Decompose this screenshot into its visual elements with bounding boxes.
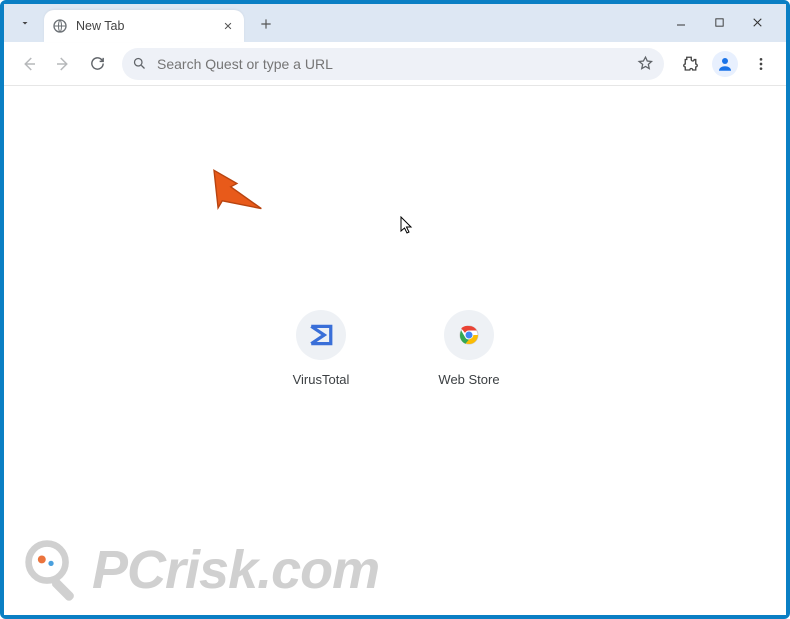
tab-title: New Tab	[76, 19, 220, 33]
annotation-arrow-icon	[194, 153, 273, 232]
shortcut-webstore[interactable]: Web Store	[419, 310, 519, 387]
extensions-button[interactable]	[674, 49, 704, 79]
tab-search-dropdown[interactable]	[12, 10, 38, 36]
titlebar: New Tab	[4, 4, 786, 42]
shortcut-label: VirusTotal	[271, 372, 371, 387]
forward-button[interactable]	[48, 49, 78, 79]
globe-icon	[52, 18, 68, 34]
arrow-right-icon	[54, 55, 72, 73]
plus-icon	[259, 17, 273, 31]
mouse-cursor-icon	[400, 216, 416, 236]
watermark: PCrisk.com	[22, 537, 379, 603]
menu-button[interactable]	[746, 49, 776, 79]
puzzle-icon	[680, 55, 698, 73]
shortcut-chip	[444, 310, 494, 360]
reload-icon	[89, 55, 106, 72]
search-icon	[132, 56, 147, 71]
shortcut-chip	[296, 310, 346, 360]
browser-tab[interactable]: New Tab	[44, 10, 244, 42]
maximize-button[interactable]	[704, 10, 734, 34]
chevron-down-icon	[19, 17, 31, 29]
profile-avatar[interactable]	[712, 51, 738, 77]
back-button[interactable]	[14, 49, 44, 79]
chrome-webstore-icon	[457, 323, 481, 347]
toolbar	[4, 42, 786, 86]
shortcut-label: Web Store	[419, 372, 519, 387]
user-icon	[716, 55, 734, 73]
address-input[interactable]	[157, 56, 637, 72]
tab-close-button[interactable]	[220, 18, 236, 34]
window-controls	[666, 10, 772, 34]
page-content: VirusTotal Web Store	[4, 86, 786, 615]
bookmark-star-icon[interactable]	[637, 55, 654, 72]
shortcut-virustotal[interactable]: VirusTotal	[271, 310, 371, 387]
address-bar[interactable]	[122, 48, 664, 80]
minimize-icon	[675, 16, 687, 28]
minimize-button[interactable]	[666, 10, 696, 34]
watermark-text: PCrisk.com	[92, 539, 379, 601]
magnifier-icon	[22, 537, 88, 603]
new-tab-button[interactable]	[252, 10, 280, 38]
maximize-icon	[714, 17, 725, 28]
close-icon	[751, 16, 764, 29]
reload-button[interactable]	[82, 49, 112, 79]
virustotal-icon	[308, 322, 334, 348]
ntp-shortcuts: VirusTotal Web Store	[4, 310, 786, 387]
close-icon	[223, 21, 233, 31]
close-window-button[interactable]	[742, 10, 772, 34]
arrow-left-icon	[20, 55, 38, 73]
kebab-menu-icon	[753, 56, 769, 72]
